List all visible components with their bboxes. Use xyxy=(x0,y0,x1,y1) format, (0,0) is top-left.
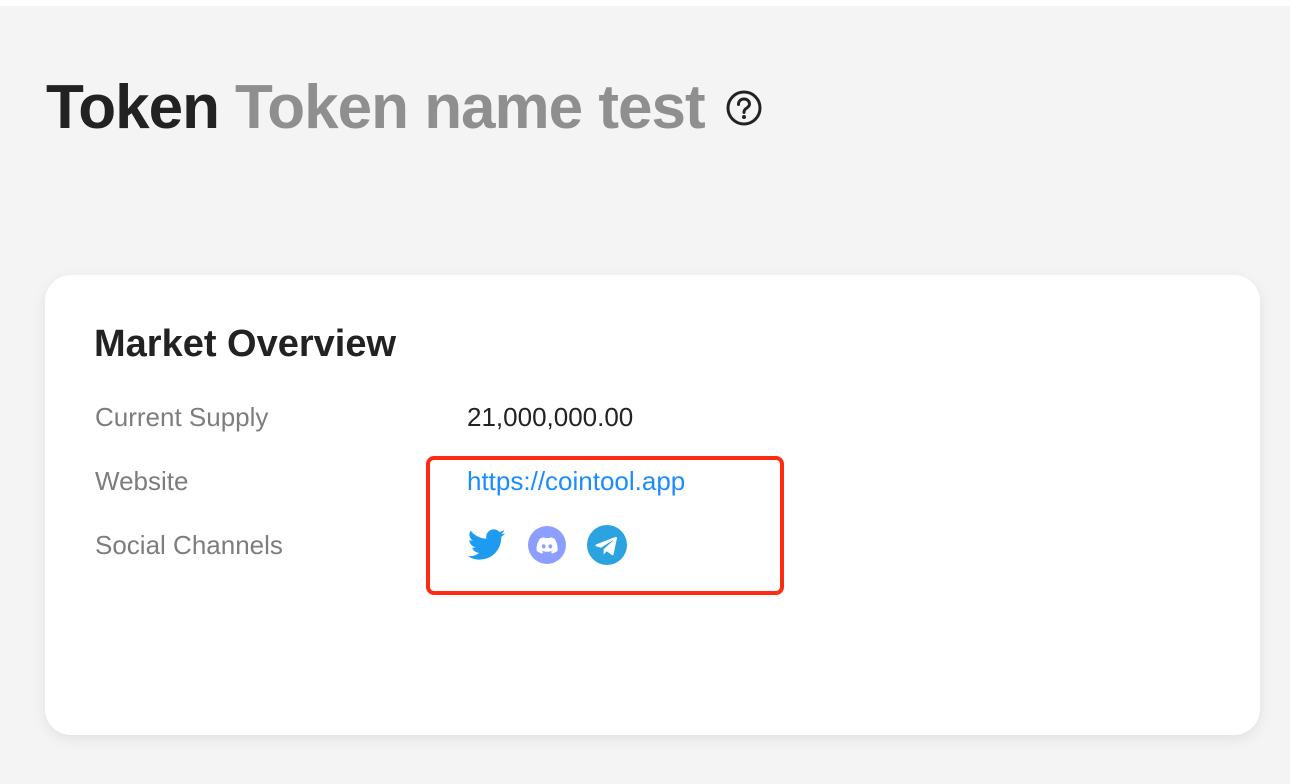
token-name: Token name test xyxy=(234,73,706,142)
current-supply-label: Current Supply xyxy=(95,402,269,432)
website-label: Website xyxy=(95,466,189,496)
current-supply-value: 21,000,000.00 xyxy=(467,402,634,432)
page-title: Token xyxy=(46,73,220,142)
twitter-icon[interactable] xyxy=(467,525,507,565)
page: Token Token name test Market Overview Cu… xyxy=(0,0,1290,784)
top-strip xyxy=(0,0,1290,6)
social-channels-label: Social Channels xyxy=(95,530,283,560)
page-title-row: Token Token name test xyxy=(46,72,763,143)
telegram-icon[interactable] xyxy=(587,525,627,565)
twitter-icon-svg xyxy=(468,529,506,560)
market-overview-card: Market Overview Current Supply 21,000,00… xyxy=(45,275,1260,735)
market-overview-title: Market Overview xyxy=(94,323,397,365)
telegram-icon-svg xyxy=(587,525,627,565)
website-link[interactable]: https://cointool.app xyxy=(467,466,685,496)
website-value: https://cointool.app xyxy=(467,466,685,497)
discord-icon[interactable] xyxy=(527,525,567,565)
question-circle-svg xyxy=(726,90,762,125)
question-circle-icon[interactable] xyxy=(725,89,763,127)
discord-icon-svg xyxy=(528,526,566,564)
social-channels xyxy=(467,525,647,565)
